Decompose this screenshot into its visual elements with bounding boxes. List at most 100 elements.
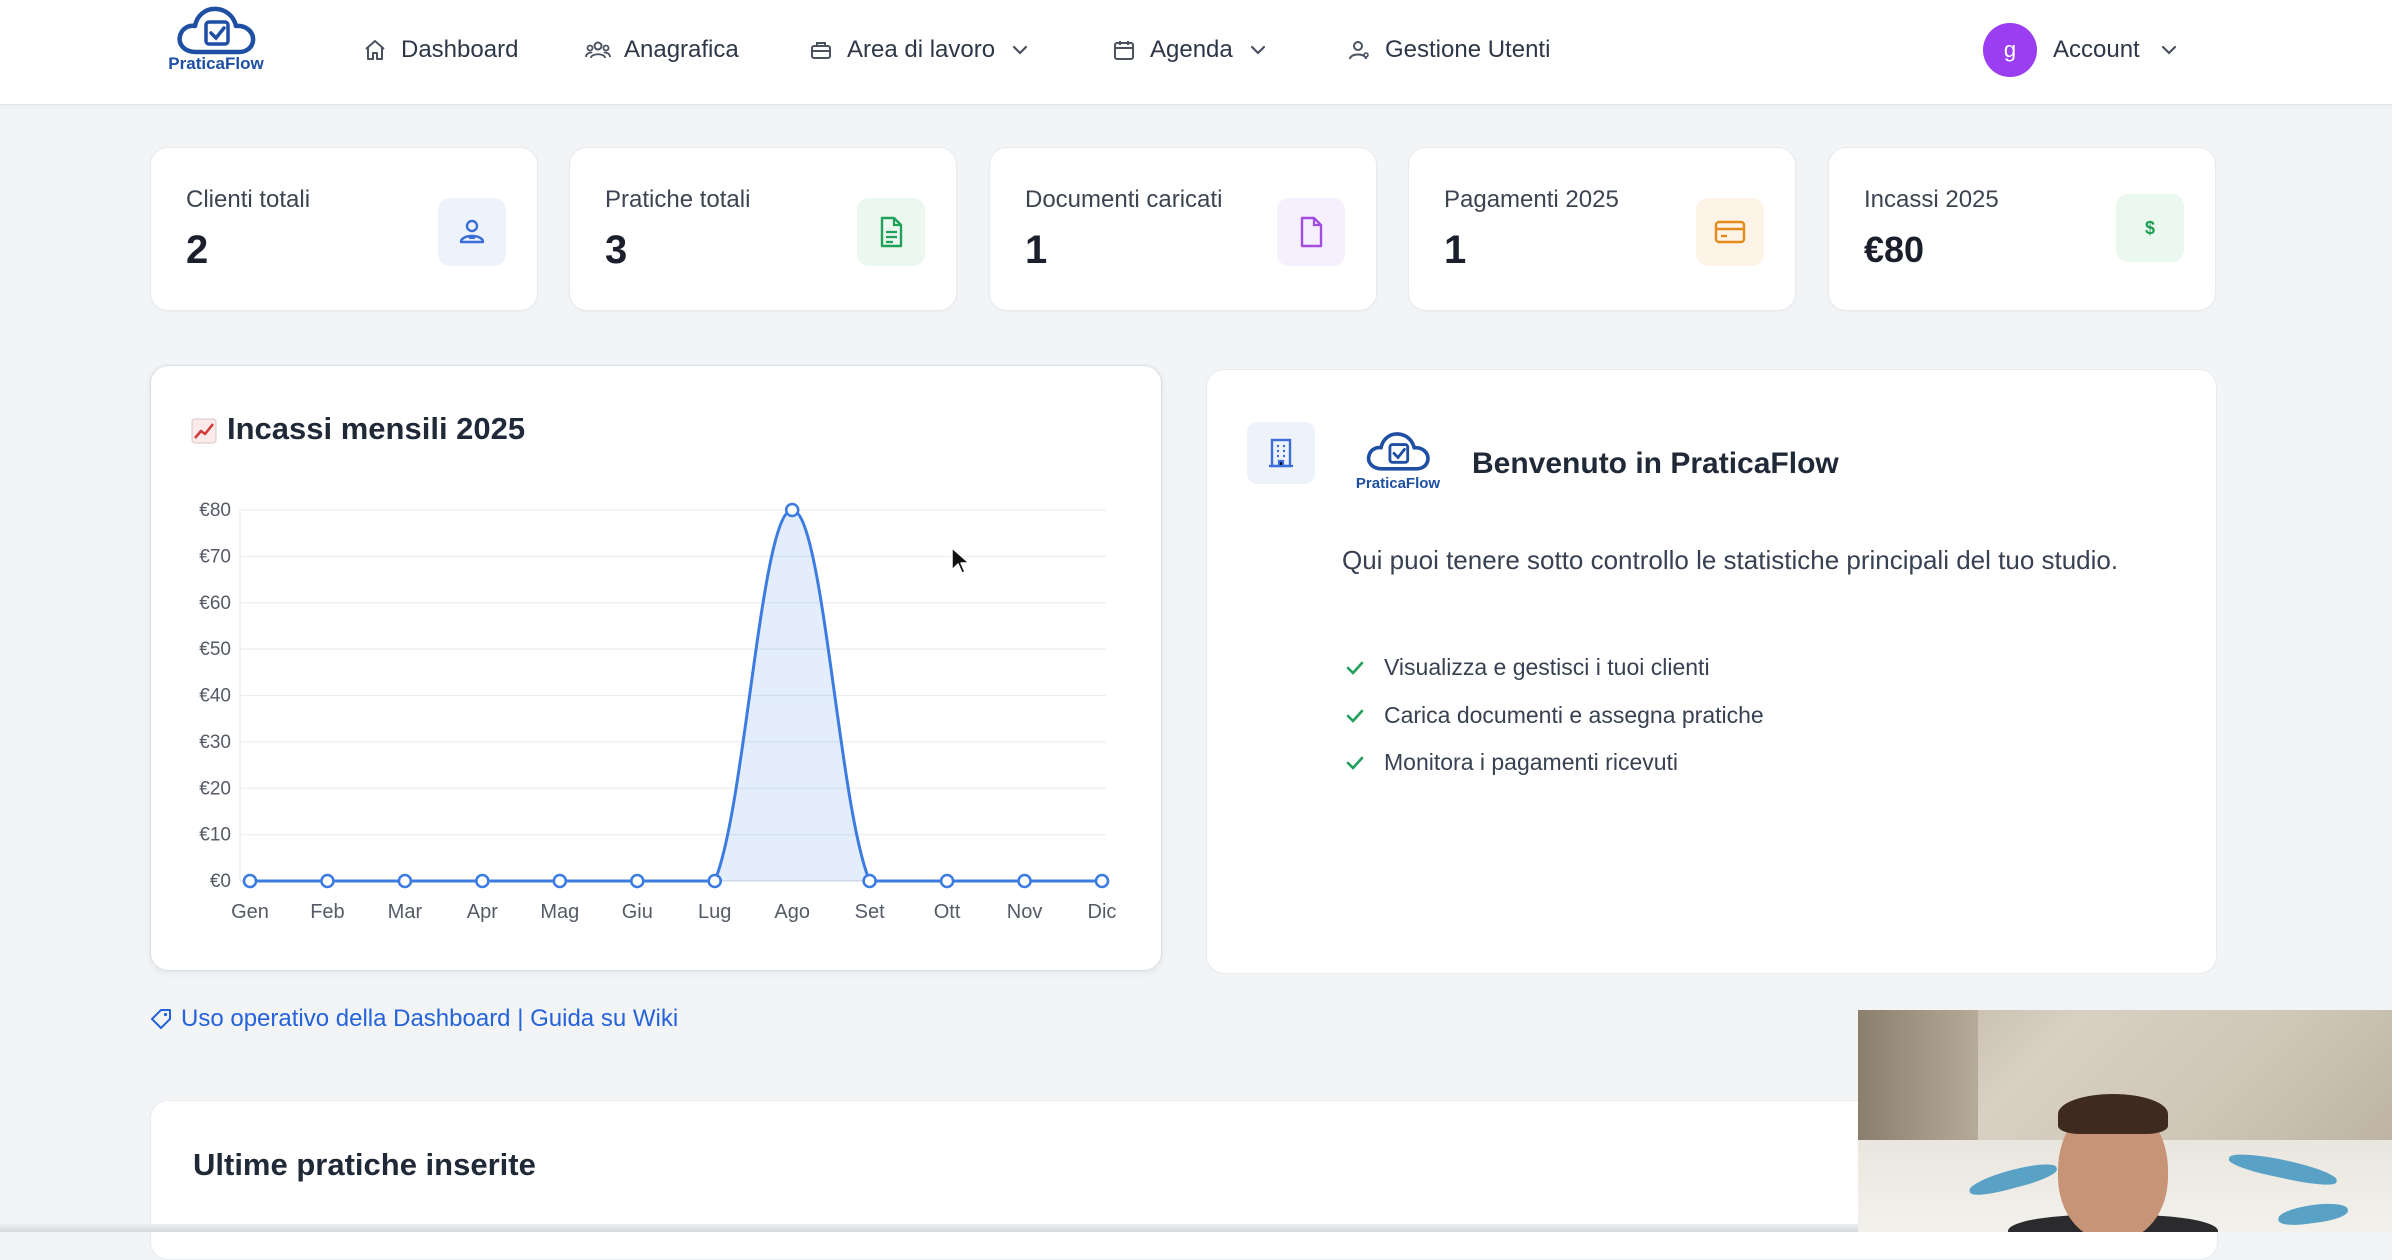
nav-label: Gestione Utenti: [1385, 36, 1551, 63]
latest-title: Ultime pratiche inserite: [193, 1147, 536, 1182]
stat-value: 1: [1444, 228, 1467, 272]
document-icon: [1277, 198, 1345, 266]
check-icon: [1344, 704, 1368, 728]
webcam-overlay: [1858, 1010, 2392, 1232]
data-point: [552, 873, 568, 889]
credit-card-icon: [1696, 198, 1764, 266]
file-text-icon: [857, 198, 925, 266]
briefcase-icon: [807, 36, 835, 64]
stat-card-clienti: Clienti totali 2: [150, 147, 538, 311]
data-point: [707, 873, 723, 889]
y-tick-label: €20: [199, 778, 231, 799]
stat-label: Incassi 2025: [1864, 186, 1999, 213]
home-icon: [361, 36, 389, 64]
brand-logo[interactable]: PraticaFlow: [160, 4, 272, 88]
x-tick-label: Feb: [310, 901, 344, 923]
user-icon: [438, 198, 506, 266]
data-point: [862, 873, 877, 889]
x-tick-label: Lug: [698, 901, 731, 923]
x-tick-label: Nov: [1007, 901, 1043, 923]
stat-card-pagamenti: Pagamenti 2025 1: [1408, 147, 1796, 311]
dollar-icon: $: [2116, 194, 2184, 262]
stat-label: Pratiche totali: [605, 186, 751, 213]
feature-item: Monitora i pagamenti ricevuti: [1344, 749, 1678, 776]
y-tick-label: €40: [199, 686, 231, 707]
welcome-description: Qui puoi tenere sotto controllo le stati…: [1342, 545, 2119, 575]
screen-bottom-edge: [0, 1224, 1858, 1232]
welcome-logo: PraticaFlow: [1352, 430, 1444, 492]
y-tick-label: €80: [199, 500, 231, 521]
data-point: [629, 873, 645, 889]
chart-plot: €0 €10 €20 €30 €40 €50 €60 €70 €80 Gen Feb Mar Apr Ma…: [199, 500, 1117, 923]
stat-label: Documenti caricati: [1025, 186, 1223, 213]
y-tick-label: €50: [199, 639, 231, 660]
data-point: [784, 502, 800, 518]
data-point: [475, 873, 490, 889]
feature-item: Visualizza e gestisci i tuoi clienti: [1344, 654, 1710, 681]
avatar: g: [1983, 23, 2037, 77]
nav-label: Dashboard: [401, 36, 519, 63]
chevron-down-icon: [1247, 38, 1271, 62]
welcome-title: Benvenuto in PraticaFlow: [1472, 447, 1839, 480]
nav-anagrafica[interactable]: Anagrafica: [584, 30, 739, 70]
y-tick-label: €10: [199, 825, 231, 846]
check-icon: [1344, 656, 1368, 680]
x-tick-label: Apr: [467, 901, 498, 923]
y-tick-label: €30: [199, 732, 231, 753]
x-tick-label: Giu: [622, 901, 653, 923]
feature-label: Visualizza e gestisci i tuoi clienti: [1384, 654, 1710, 680]
feature-label: Monitora i pagamenti ricevuti: [1384, 749, 1679, 775]
x-tick-label: Dic: [1088, 901, 1117, 923]
nav-label: Agenda: [1150, 36, 1233, 63]
nav-area-di-lavoro[interactable]: Area di lavoro: [807, 30, 1033, 70]
mouse-cursor-icon: [951, 547, 970, 574]
x-tick-label: Gen: [231, 901, 269, 923]
data-point: [242, 873, 258, 889]
svg-text:$: $: [2145, 218, 2155, 238]
stat-value: 2: [186, 228, 209, 272]
stat-label: Pagamenti 2025: [1444, 186, 1619, 213]
nav-label: Area di lavoro: [847, 36, 996, 63]
x-tick-label: Mag: [540, 901, 579, 923]
nav-gestione-utenti[interactable]: Gestione Utenti: [1345, 30, 1550, 70]
stat-label: Clienti totali: [186, 186, 311, 213]
check-icon: [1344, 751, 1368, 775]
feature-item: Carica documenti e assegna pratiche: [1344, 702, 1764, 729]
data-point: [320, 873, 335, 889]
data-point: [397, 873, 413, 889]
nav-label: Anagrafica: [624, 36, 739, 63]
data-point: [939, 873, 955, 889]
account-menu[interactable]: g Account: [1983, 22, 2182, 78]
user-manage-icon: [1345, 36, 1373, 64]
stat-value: 1: [1025, 228, 1048, 272]
chevron-down-icon: [1009, 38, 1033, 62]
chart-card: Incassi mensili 2025 €0 €10 €20 €30 €40 €50 €6…: [150, 365, 1162, 971]
x-tick-label: Ago: [774, 901, 810, 923]
nav-dashboard[interactable]: Dashboard: [361, 30, 518, 70]
building-icon: [1247, 422, 1315, 484]
x-tick-label: Ott: [934, 901, 961, 923]
y-tick-label: €70: [199, 546, 231, 567]
nav-agenda[interactable]: Agenda: [1110, 30, 1271, 70]
stat-value: €80: [1864, 229, 1925, 270]
welcome-logo-text: PraticaFlow: [1355, 475, 1441, 492]
x-tick-label: Mar: [388, 901, 423, 923]
stat-card-pratiche: Pratiche totali 3: [569, 147, 957, 311]
top-navbar: PraticaFlow Dashboard Anagrafica Area di…: [0, 0, 2392, 105]
y-tick-label: €60: [199, 593, 231, 614]
brand-name: PraticaFlow: [168, 54, 264, 73]
tag-icon: [149, 1006, 175, 1032]
account-label: Account: [2053, 36, 2140, 63]
x-tick-label: Set: [855, 901, 885, 923]
chevron-down-icon: [2158, 38, 2182, 62]
welcome-card: PraticaFlow Benvenuto in PraticaFlow Qui…: [1206, 369, 2217, 974]
stat-value: 3: [605, 228, 628, 272]
wiki-link-label: Uso operativo della Dashboard | Guida su…: [181, 1005, 679, 1032]
calendar-icon: [1110, 36, 1138, 64]
users-icon: [584, 36, 612, 64]
data-point: [1094, 873, 1110, 889]
feature-label: Carica documenti e assegna pratiche: [1384, 702, 1764, 728]
wiki-guide-link[interactable]: Uso operativo della Dashboard | Guida su…: [149, 1005, 678, 1033]
stat-card-documenti: Documenti caricati 1: [989, 147, 1377, 311]
data-point: [1017, 873, 1032, 889]
